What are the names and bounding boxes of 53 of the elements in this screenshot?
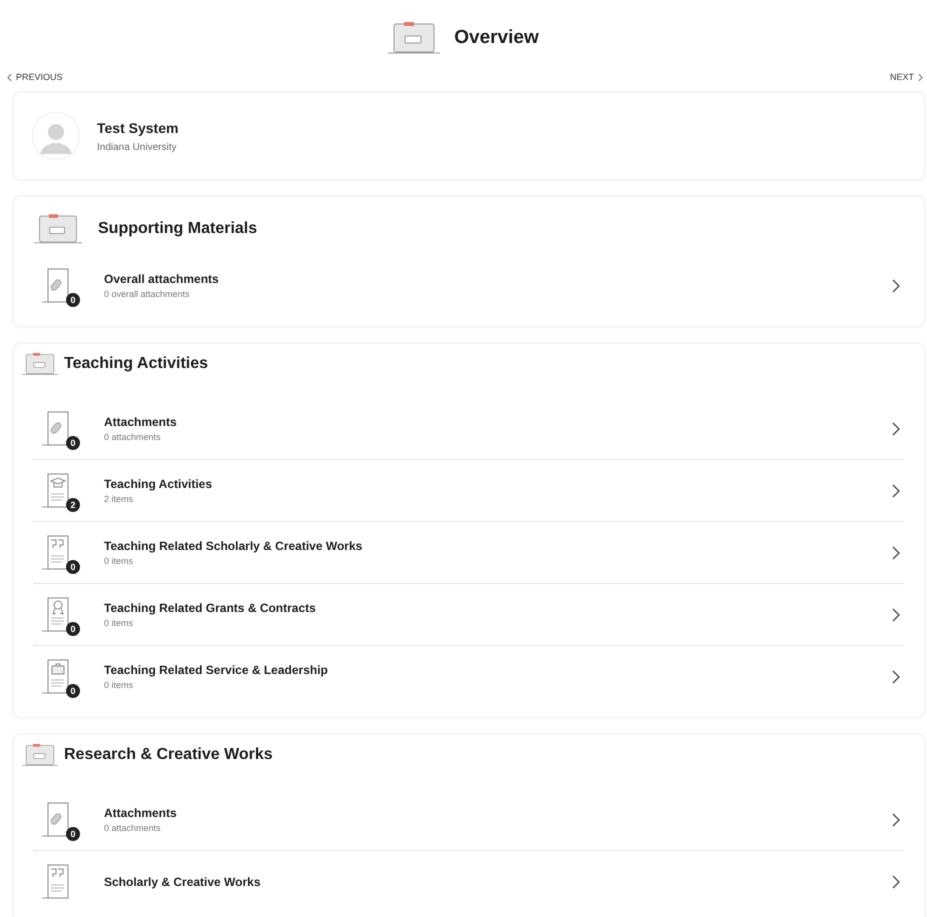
count-badge: 0 [66, 436, 80, 450]
previous-link[interactable]: PREVIOUS [7, 72, 63, 82]
chevron-right-icon [892, 608, 900, 622]
item-title: Attachments [104, 806, 178, 820]
chevron-right-icon [892, 812, 900, 826]
count-badge: 0 [66, 560, 80, 574]
chevron-right-icon [918, 72, 923, 82]
item-title: Attachments [104, 415, 178, 429]
item-title: Scholarly & Creative Works [104, 874, 262, 888]
item-subtitle: 0 attachments [104, 823, 162, 833]
page-title: Overview [454, 27, 539, 49]
list-item[interactable]: 0 Overall attachments 0 overall attachments [34, 255, 904, 316]
count-badge: 0 [66, 826, 80, 840]
item-title: Teaching Related Scholarly & Creative Works [104, 539, 364, 553]
cabinet-icon [388, 21, 440, 55]
list-item[interactable]: 0 Teaching Related Service & Leadership 0 items [34, 646, 904, 707]
next-link[interactable]: NEXT [890, 72, 923, 82]
item-subtitle: 0 items [104, 618, 134, 628]
avatar-icon [32, 112, 80, 160]
count-badge: 0 [66, 684, 80, 698]
item-subtitle: 0 items [104, 680, 134, 690]
item-title: Overall attachments [104, 272, 220, 286]
list-item[interactable]: 0 Teaching Related Scholarly & Creative Works 0 items [34, 522, 904, 584]
cabinet-icon [22, 352, 58, 376]
chevron-right-icon [892, 546, 900, 560]
profile-name: Test System [97, 120, 178, 136]
chevron-right-icon [892, 484, 900, 498]
chevron-right-icon [892, 874, 900, 888]
count-badge: 0 [66, 292, 80, 306]
item-subtitle: 2 items [104, 494, 134, 504]
profile-institution: Indiana University [97, 142, 178, 152]
section-title: Teaching Activities [64, 355, 208, 373]
section-title: Supporting Materials [98, 220, 258, 238]
list-item[interactable]: Scholarly & Creative Works [34, 851, 904, 912]
item-title: Teaching Activities [104, 477, 214, 491]
count-badge: 0 [66, 622, 80, 636]
list-item[interactable]: 2 Teaching Activities 2 items [34, 460, 904, 522]
item-subtitle: 0 overall attachments [104, 289, 191, 299]
list-item[interactable]: 0 Attachments 0 attachments [34, 789, 904, 851]
item-subtitle: 0 items [104, 556, 134, 566]
chevron-right-icon [892, 422, 900, 436]
cabinet-icon [34, 213, 82, 245]
list-item[interactable]: 0 Teaching Related Grants & Contracts 0 items [34, 584, 904, 646]
count-badge: 2 [66, 498, 80, 512]
list-item[interactable]: 0 Attachments 0 attachments [34, 398, 904, 460]
section-title: Research & Creative Works [64, 746, 273, 764]
cabinet-icon [22, 743, 58, 767]
item-subtitle: 0 attachments [104, 432, 162, 442]
chevron-right-icon [892, 670, 900, 684]
item-title: Teaching Related Grants & Contracts [104, 601, 317, 615]
item-title: Teaching Related Service & Leadership [104, 663, 329, 677]
chevron-right-icon [892, 278, 900, 292]
chevron-left-icon [7, 72, 12, 82]
